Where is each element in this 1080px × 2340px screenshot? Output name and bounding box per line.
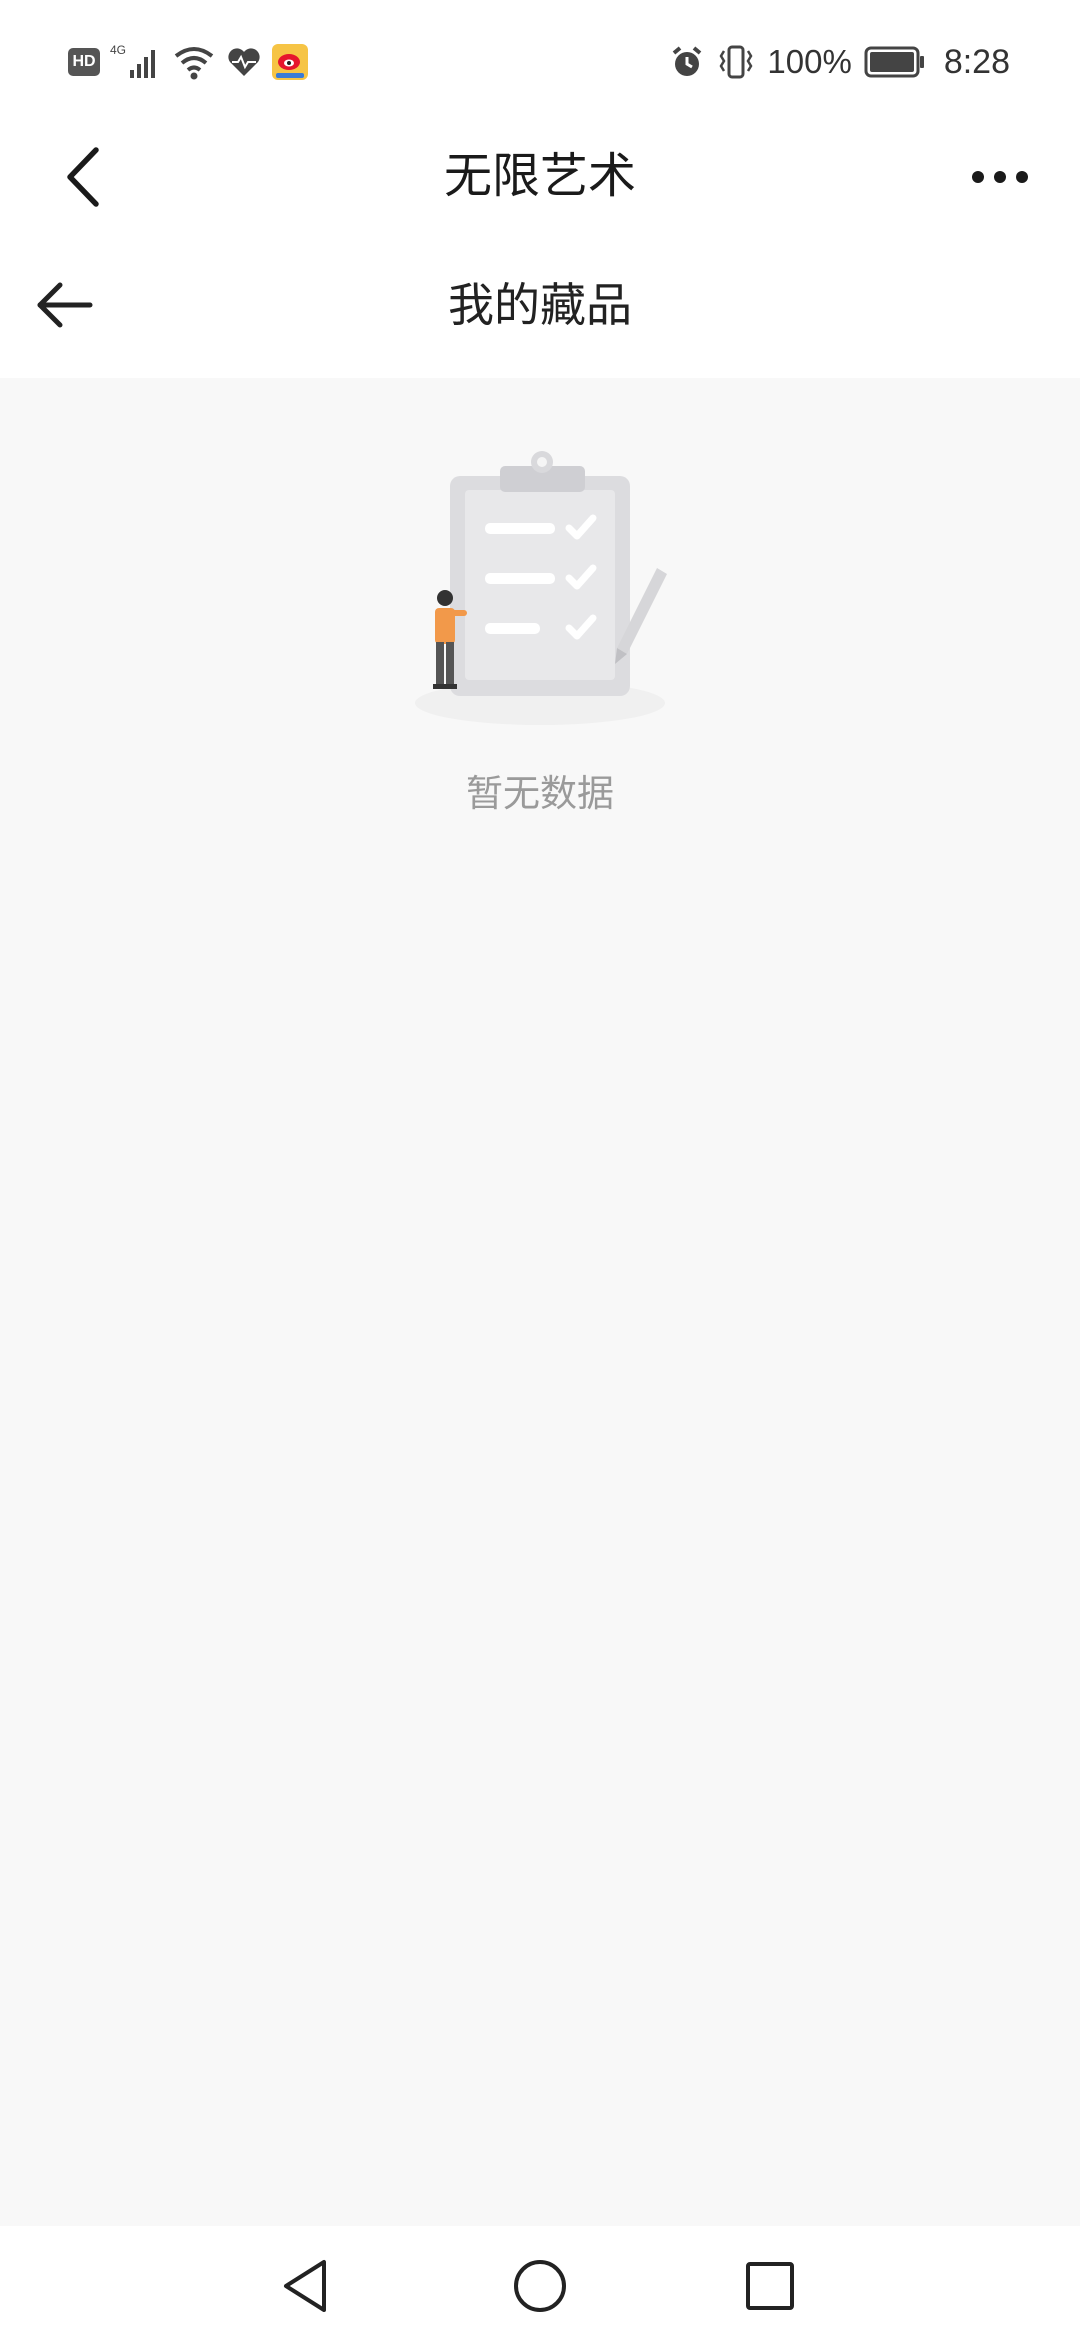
nav-back-button[interactable] (278, 2256, 338, 2316)
network-type-label: 4G (110, 43, 126, 57)
signal-icon: 4G (110, 43, 155, 78)
wifi-icon (174, 47, 214, 80)
hd-icon: HD (68, 48, 100, 76)
vibrate-icon (719, 45, 753, 79)
nav-home-icon (514, 2260, 566, 2312)
status-bar: HD 4G 100% 8:28 (0, 0, 1080, 120)
more-options-button[interactable] (960, 142, 1040, 212)
app-title: 无限艺术 (443, 148, 636, 204)
nav-recents-icon (746, 2262, 794, 2310)
status-right: 100% 8:28 (669, 38, 1010, 86)
status-time: 8:28 (943, 42, 1010, 81)
nav-back-icon (284, 2260, 326, 2312)
empty-state-text: 暂无数据 (466, 772, 614, 815)
status-left: HD 4G (68, 40, 308, 84)
health-icon (228, 48, 260, 76)
clipboard-checklist-illustration (415, 451, 667, 725)
battery-icon (864, 46, 924, 78)
more-dots-icon (972, 171, 1028, 183)
battery-percent: 100% (767, 43, 852, 80)
alarm-icon (673, 46, 702, 76)
nav-recents-button[interactable] (740, 2256, 800, 2316)
collection-content: 暂无数据 (0, 378, 1080, 2226)
weibo-icon (272, 44, 308, 80)
page-header: 我的藏品 (0, 232, 1080, 378)
page-title: 我的藏品 (448, 278, 632, 332)
nav-home-button[interactable] (510, 2256, 570, 2316)
system-nav-bar (0, 2226, 1080, 2340)
app-bar: 无限艺术 (0, 120, 1080, 232)
